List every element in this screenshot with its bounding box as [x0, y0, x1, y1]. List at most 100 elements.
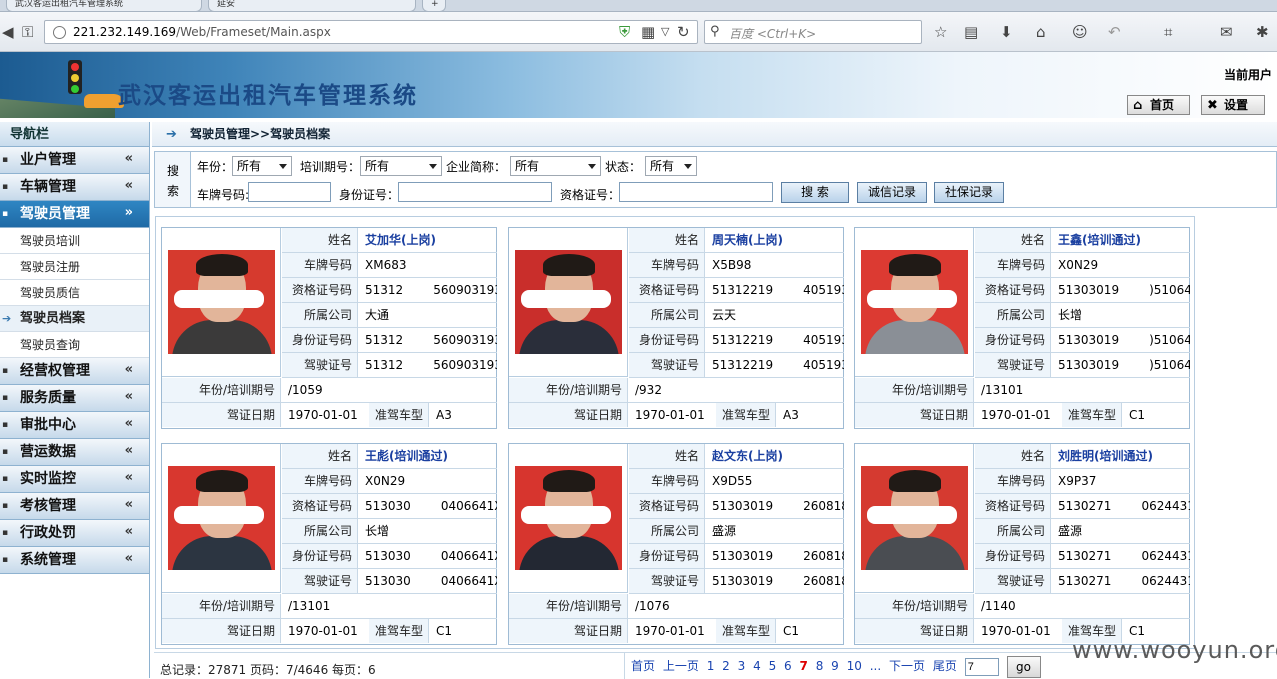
field-label: 身份证号码 — [629, 544, 705, 568]
house-icon: ⌂ — [1133, 98, 1143, 113]
browser-search[interactable]: ⚲ 百度 <Ctrl+K> — [704, 20, 922, 44]
company-select[interactable]: 所有 — [510, 156, 601, 176]
bookmark-star-icon[interactable]: ☆ — [934, 24, 947, 40]
field-value: 1970-01-01 — [288, 408, 358, 422]
field-label: 资格证号码 — [629, 278, 705, 302]
field-label: 年份/培训期号 — [162, 378, 281, 402]
field-label: 年份/培训期号 — [855, 594, 974, 618]
search-panel: 搜 索 年份： 所有 培训期号： 所有 企业简称： 所有 状态： 所有 车牌号码… — [154, 151, 1277, 208]
redaction-mask — [867, 506, 957, 524]
sidebar-module[interactable]: ▪ 考核管理 « — [0, 493, 149, 520]
download-icon[interactable]: ⬇ — [1000, 24, 1013, 40]
training-select[interactable]: 所有 — [360, 156, 442, 176]
field-value: X0N29 — [1058, 258, 1099, 272]
browser-navbar: ◀ ⚿ 221.232.149.169/Web/Frameset/Main.as… — [0, 12, 1277, 52]
home-button[interactable]: ⌂ 首页 — [1127, 95, 1190, 115]
sidebar-module[interactable]: ▪ 实时监控 « — [0, 466, 149, 493]
sidebar-module[interactable]: ▪ 审批中心 « — [0, 412, 149, 439]
prev-page-link[interactable]: 上一页 — [663, 659, 699, 673]
field-value: 1970-01-01 — [635, 408, 705, 422]
page-link[interactable]: 8 — [816, 659, 824, 673]
field-label: 车牌号码 — [282, 469, 358, 493]
reload-icon[interactable]: ↻ — [677, 24, 690, 40]
back-icon[interactable]: ◀ — [2, 24, 14, 40]
browser-tabstrip: 武汉客运出租汽车管理系统 延安 + — [0, 0, 1277, 12]
field-label: 驾驶证号 — [282, 569, 358, 593]
sidebar-sub-item[interactable]: 驾驶员注册 — [0, 254, 149, 280]
cert-label: 资格证号： — [560, 188, 621, 202]
field-label: 所属公司 — [629, 519, 705, 543]
extension-icon[interactable]: ✱ — [1256, 24, 1269, 40]
crop-icon[interactable]: ⌗ — [1164, 24, 1172, 40]
first-page-link[interactable]: 首页 — [631, 659, 655, 673]
url-bar[interactable]: 221.232.149.169/Web/Frameset/Main.aspx ⛨… — [44, 20, 698, 44]
chat-icon[interactable]: ☺ — [1072, 24, 1088, 40]
credit-record-button[interactable]: 诚信记录 — [857, 182, 927, 203]
field-value: 513122194051933 — [712, 358, 844, 372]
shield-icon[interactable]: ⛨ — [619, 24, 630, 40]
year-select[interactable]: 所有 — [232, 156, 292, 176]
field-value: 513030 0406641X — [365, 549, 497, 563]
sidebar-sub-item[interactable]: 驾驶员培训 — [0, 228, 149, 254]
sidebar-module[interactable]: ▪ 营运数据 « — [0, 439, 149, 466]
browser-tab[interactable]: 延安 — [208, 0, 416, 12]
id-input[interactable] — [398, 182, 552, 202]
sidebar-module[interactable]: ▪ 服务质量 « — [0, 385, 149, 412]
sidebar-module[interactable]: ▪ 系统管理 « — [0, 547, 149, 574]
page-link[interactable]: 4 — [753, 659, 761, 673]
field-value: 1970-01-01 — [981, 408, 1051, 422]
training-label: 培训期号： — [300, 160, 361, 174]
page-link[interactable]: 10 — [847, 659, 862, 673]
settings-button[interactable]: ✖ 设置 — [1201, 95, 1265, 115]
plate-input[interactable] — [248, 182, 331, 202]
undo-icon[interactable]: ↶ — [1108, 24, 1121, 40]
browser-tab-active[interactable]: 武汉客运出租汽车管理系统 — [6, 0, 202, 12]
field-label: 准驾车型 — [716, 619, 776, 643]
driver-card: 姓名赵文东(上岗) 车牌号码 X9D55 资格证号码 51303019260818 所属公… — [508, 443, 844, 645]
page-number-input[interactable] — [964, 657, 999, 676]
field-label: 所属公司 — [975, 303, 1051, 327]
page-link[interactable]: 2 — [722, 659, 730, 673]
go-button[interactable]: go — [1006, 655, 1041, 678]
next-page-link[interactable]: 下一页 — [889, 659, 925, 673]
page-link[interactable]: 3 — [738, 659, 746, 673]
home-icon[interactable]: ⌂ — [1036, 24, 1046, 40]
status-label: 状态： — [605, 160, 642, 174]
sidebar-sub-item-current[interactable]: ➔ 驾驶员档案 — [0, 306, 149, 332]
page-link[interactable]: 6 — [784, 659, 792, 673]
sidebar-module[interactable]: ▪ 业户管理 « — [0, 147, 149, 174]
sidebar-module-active[interactable]: ▪ 驾驶员管理» — [0, 201, 149, 228]
qr-icon[interactable]: ▦ — [641, 24, 655, 40]
key-icon[interactable]: ⚿ — [22, 24, 33, 40]
message-icon[interactable]: ✉ — [1220, 24, 1233, 40]
field-value: 盛源 — [1058, 524, 1083, 538]
sidebar-sub-item[interactable]: 驾驶员查询 — [0, 332, 149, 358]
last-page-link[interactable]: 尾页 — [933, 659, 957, 673]
driver-photo — [855, 444, 974, 593]
field-value: 1970-01-01 — [288, 624, 358, 638]
field-value: 1970-01-01 — [635, 624, 705, 638]
bullet-icon: ▪ — [2, 474, 9, 484]
status-select[interactable]: 所有 — [645, 156, 697, 176]
driver-card: 姓名周天楠(上岗) 车牌号码 X5B98 资格证号码 513122194051933 所属… — [508, 227, 844, 429]
dropdown-icon[interactable]: ▽ — [661, 24, 669, 40]
sidebar-module[interactable]: ▪ 车辆管理 « — [0, 174, 149, 201]
sidebar-module[interactable]: ▪ 行政处罚 « — [0, 520, 149, 547]
cert-input[interactable] — [619, 182, 773, 202]
field-value: 51303019260818 — [712, 549, 844, 563]
redaction-mask — [174, 290, 264, 308]
social-security-button[interactable]: 社保记录 — [934, 182, 1004, 203]
watermark: www.wooyun.org — [1072, 636, 1277, 664]
new-tab-button[interactable]: + — [422, 0, 446, 12]
field-value: C1 — [783, 624, 800, 638]
field-label: 驾证日期 — [162, 619, 281, 643]
reading-list-icon[interactable]: ▤ — [964, 24, 978, 40]
sidebar-module[interactable]: ▪ 经营权管理 « — [0, 358, 149, 385]
sidebar-sub-item[interactable]: 驾驶员质信 — [0, 280, 149, 306]
page-link[interactable]: 1 — [707, 659, 715, 673]
breadcrumb: ➔ 驾驶员管理>>驾驶员档案 — [152, 122, 1277, 147]
search-button[interactable]: 搜 索 — [781, 182, 849, 203]
page-link[interactable]: 5 — [769, 659, 777, 673]
field-label: 准驾车型 — [369, 619, 429, 643]
page-link[interactable]: 9 — [831, 659, 839, 673]
